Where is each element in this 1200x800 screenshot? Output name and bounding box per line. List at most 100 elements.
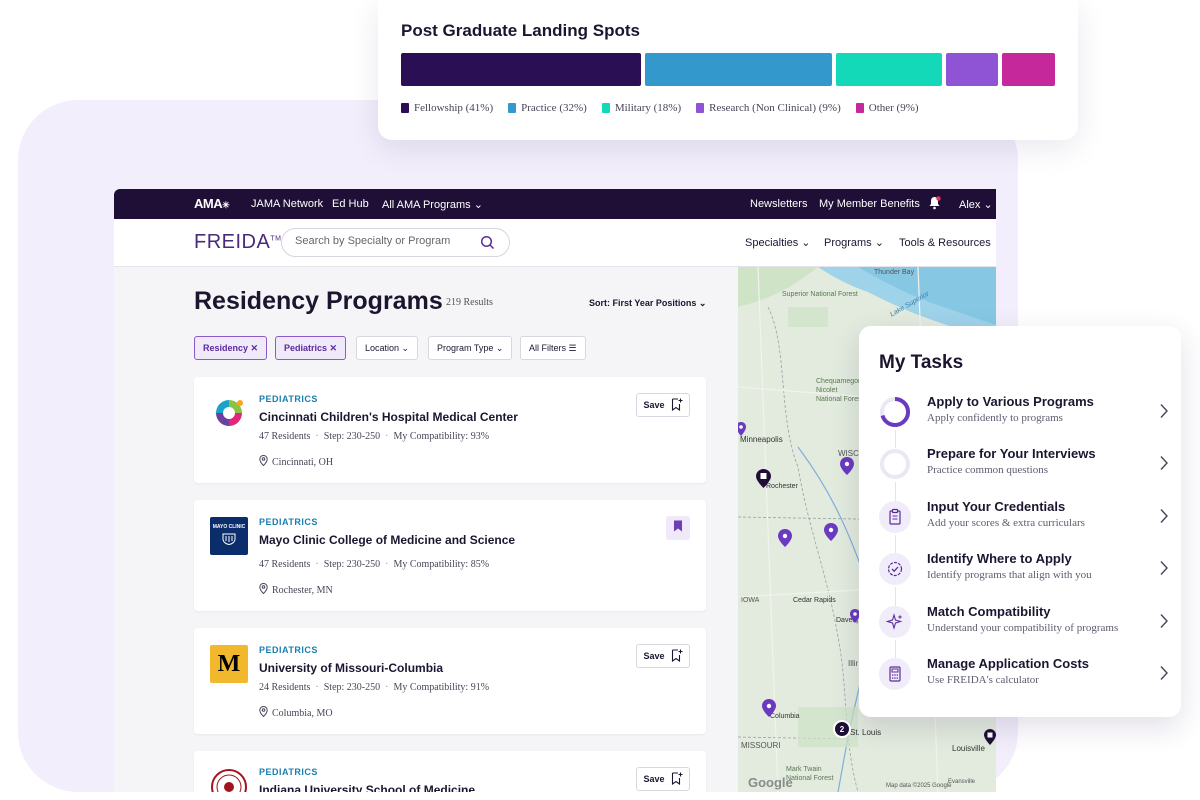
map-pin-icon[interactable] (762, 699, 776, 722)
programs-menu[interactable]: Programs ⌄ (824, 236, 884, 249)
location-filter[interactable]: Location ⌄ (356, 336, 419, 360)
program-location: Rochester, MN (259, 582, 333, 597)
task-item[interactable]: Match Compatibility Understand your compa… (879, 602, 1169, 646)
search-input[interactable] (295, 235, 475, 247)
stacked-bar (401, 53, 1055, 86)
legend-label: Other (9%) (868, 102, 919, 114)
my-tasks-title: My Tasks (879, 352, 964, 373)
map-pin-icon[interactable] (840, 457, 854, 480)
program-card[interactable]: M PEDIATRICS University of Missouri-Colu… (194, 628, 706, 734)
legend-label: Research (Non Clinical) (9%) (709, 102, 841, 114)
indiana-university-seal-logo (210, 768, 248, 792)
calculator-icon (879, 658, 911, 690)
map-label: Chequamegon-Nicolet National Forest (816, 378, 864, 403)
task-subtitle: Practice common questions (927, 464, 1048, 476)
results-count: 219 Results (446, 297, 493, 308)
program-name[interactable]: Mayo Clinic College of Medicine and Scie… (259, 533, 515, 547)
mizzou-logo: M (210, 645, 248, 683)
newsletters-link[interactable]: Newsletters (750, 198, 807, 210)
chevron-right-icon[interactable] (1159, 455, 1169, 476)
save-button[interactable]: Save (636, 767, 690, 791)
ed-hub-link[interactable]: Ed Hub (332, 198, 369, 210)
map-pin-icon[interactable] (738, 422, 746, 441)
chevron-right-icon[interactable] (1159, 665, 1169, 686)
legend-swatch (696, 103, 705, 113)
map-label: Louisville (952, 744, 985, 753)
saved-bookmark-button[interactable] (666, 516, 690, 540)
map-label: Cedar Rapids (793, 597, 836, 604)
bookmark-add-icon (671, 397, 683, 413)
page-title: Residency Programs (194, 287, 443, 315)
chevron-right-icon[interactable] (1159, 403, 1169, 424)
map-pin-icon[interactable] (824, 523, 838, 546)
chevron-right-icon[interactable] (1159, 613, 1169, 634)
program-card[interactable]: MAYO CLINIC PEDIATRICS Mayo Clinic Colle… (194, 500, 706, 611)
map-label: Minneapolis (740, 435, 783, 444)
jama-network-link[interactable]: JAMA Network (251, 198, 323, 210)
task-item[interactable]: Manage Application Costs Use FREIDA's cal… (879, 654, 1169, 698)
chevron-down-icon: ⌄ (983, 199, 993, 211)
program-list-panel: Residency Programs 219 Results Sort: Fir… (114, 267, 738, 792)
legend-swatch (401, 103, 409, 113)
legend-item: Practice (32%) (508, 102, 587, 114)
legend-label: Fellowship (41%) (414, 102, 494, 114)
freida-logo[interactable]: FREIDATM (194, 231, 281, 254)
chevron-down-icon: ⌄ (994, 237, 996, 249)
chevron-right-icon[interactable] (1159, 508, 1169, 529)
map-attribution: Map data ©2025 Google (886, 783, 952, 789)
user-menu[interactable]: Alex ⌄ (959, 198, 993, 211)
mayo-clinic-logo: MAYO CLINIC (210, 517, 248, 555)
bar-segment (836, 53, 942, 86)
program-name[interactable]: Cincinnati Children's Hospital Medical C… (259, 410, 518, 424)
task-item[interactable]: Input Your Credentials Add your scores & … (879, 497, 1169, 541)
map-pin-selected-icon[interactable] (756, 469, 771, 493)
map-pin-icon[interactable] (778, 529, 792, 552)
map-label: Mark Twain National Forest (786, 766, 834, 782)
program-type-filter[interactable]: Program Type ⌄ (428, 336, 513, 360)
program-card[interactable]: PEDIATRICS Indiana University School of … (194, 751, 706, 792)
task-item[interactable]: Apply to Various Programs Apply confident… (879, 392, 1169, 436)
specialties-menu[interactable]: Specialties ⌄ (745, 236, 810, 249)
tools-resources-menu[interactable]: Tools & Resources ⌄ (899, 236, 996, 249)
legend-label: Military (18%) (614, 102, 682, 114)
task-subtitle: Use FREIDA's calculator (927, 674, 1039, 686)
program-name[interactable]: Indiana University School of Medicine (259, 783, 475, 792)
all-filters-button[interactable]: All Filters ☰ (520, 336, 586, 360)
task-subtitle: Identify programs that align with you (927, 569, 1092, 581)
program-specialty: PEDIATRICS (259, 517, 318, 527)
location-pin-icon (259, 582, 268, 597)
program-meta: 24 Residents · Step: 230-250 · My Compatibil… (259, 682, 490, 693)
map-pin-selected-icon[interactable] (984, 729, 996, 750)
location-pin-icon (259, 454, 268, 469)
search-icon[interactable] (480, 235, 495, 255)
legend-item: Fellowship (41%) (401, 102, 493, 114)
notification-bell-icon[interactable] (928, 196, 941, 213)
bookmark-add-icon (671, 648, 683, 664)
filter-chip-residency[interactable]: Residency ✕ (194, 336, 268, 360)
filter-chip-pediatrics[interactable]: Pediatrics ✕ (275, 336, 347, 360)
task-title: Prepare for Your Interviews (927, 446, 1096, 461)
chart-legend: Fellowship (41%) Practice (32%) Military (… (401, 102, 919, 114)
close-icon[interactable]: ✕ (251, 343, 259, 353)
program-name[interactable]: University of Missouri-Columbia (259, 661, 443, 675)
save-button[interactable]: Save (636, 644, 690, 668)
progress-ring-icon (879, 396, 911, 428)
program-specialty: PEDIATRICS (259, 767, 318, 777)
task-item[interactable]: Identify Where to Apply Identify programs… (879, 549, 1169, 593)
legend-swatch (601, 103, 610, 113)
all-ama-programs-menu[interactable]: All AMA Programs ⌄ (382, 198, 483, 211)
chevron-right-icon[interactable] (1159, 560, 1169, 581)
program-location: Columbia, MO (259, 705, 333, 720)
bar-segment (401, 53, 641, 86)
bar-segment (1002, 53, 1055, 86)
map-label: Superior National Forest (782, 291, 858, 298)
map-cluster-marker[interactable]: 2 (833, 720, 851, 738)
close-icon[interactable]: ✕ (330, 343, 338, 353)
program-card[interactable]: PEDIATRICS Cincinnati Children's Hospita… (194, 377, 706, 483)
ama-logo[interactable]: AMA✳ (194, 196, 230, 211)
task-item[interactable]: Prepare for Your Interviews Practice comm… (879, 444, 1169, 488)
member-benefits-link[interactable]: My Member Benefits (819, 198, 920, 210)
save-button[interactable]: Save (636, 393, 690, 417)
cincinnati-childrens-logo (210, 394, 248, 432)
sort-dropdown[interactable]: Sort: First Year Positions ⌄ (589, 298, 706, 309)
